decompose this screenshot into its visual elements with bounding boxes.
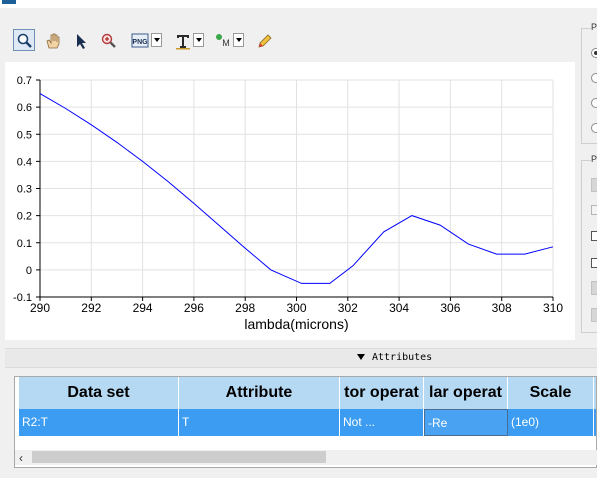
y-tick-label: 0 [26,265,32,277]
x-tick-label: 308 [492,301,512,315]
options-group-2-label: P [591,154,597,164]
option-radio-1[interactable] [591,48,597,58]
pencil-icon [258,34,272,48]
y-tick-label: 0.5 [17,129,32,141]
select-tool-button[interactable] [69,29,91,51]
cell-scale[interactable]: (1e0) [508,409,594,436]
x-tick-label: 296 [184,301,204,315]
column-header-vector-operator[interactable]: tor operat [340,377,424,409]
text-annotation-button[interactable] [171,29,193,51]
x-tick-label: 302 [338,301,358,315]
y-tick-label: 0.7 [17,75,32,87]
zoom-region-button[interactable] [97,29,119,51]
option-radio-4[interactable] [591,123,597,133]
disabled-button-2[interactable] [591,281,597,295]
x-tick-label: 294 [133,301,153,315]
y-tick-label: -0.1 [13,292,32,304]
text-annotation-dropdown[interactable] [193,33,204,47]
x-tick-label: 290 [30,301,50,315]
x-axis-label: lambda(microns) [244,316,348,332]
table-header: Data set Attribute tor operat lar operat… [19,377,596,409]
magnifier-icon [17,33,32,48]
window-bottom-strip [0,478,597,486]
marker-dropdown[interactable] [233,33,244,47]
marker-label: M [222,38,230,48]
marker-icon: M [216,34,230,48]
zoom-tool-button[interactable] [13,29,35,51]
table-row[interactable]: R2:T T Not ... -Re (1e0) [19,409,596,436]
cell-data-set[interactable]: R2:T [19,409,179,436]
attributes-section-header[interactable]: Attributes [5,348,597,368]
app-icon [2,0,16,4]
option-radio-3[interactable] [591,98,597,108]
y-tick-label: 0.4 [17,156,32,168]
png-image-icon: PNG [131,33,149,48]
export-png-label: PNG [132,39,148,46]
arrow-cursor-icon [77,34,86,49]
disabled-button-1[interactable] [591,178,597,192]
text-t-icon [176,35,190,50]
zoom-region-icon [101,33,116,48]
right-options-panel: P P [581,18,597,333]
x-tick-label: 298 [235,301,255,315]
x-tick-label: 306 [440,301,460,315]
column-header-scalar-operator[interactable]: lar operat [424,377,508,409]
collapse-triangle-icon [357,354,365,360]
option-checkbox-1[interactable] [591,231,597,241]
x-tick-label: 292 [81,301,101,315]
disabled-button-3[interactable] [591,308,597,322]
column-header-data-set[interactable]: Data set [19,377,179,409]
column-header-attribute[interactable]: Attribute [179,377,340,409]
disabled-checkbox[interactable] [591,205,597,215]
y-tick-label: 0.2 [17,211,32,223]
hand-icon [46,33,60,49]
x-tick-label: 300 [286,301,306,315]
y-tick-label: 0.6 [17,102,32,114]
scroll-thumb[interactable] [32,451,326,463]
export-dropdown[interactable] [151,33,162,47]
y-tick-label: 0.3 [17,184,32,196]
option-radio-2[interactable] [591,73,597,83]
attributes-title: Attributes [372,352,433,363]
line-chart[interactable]: 290 292 294 296 298 300 302 304 306 308 310 -0.1 0 0.… [5,62,575,340]
export-png-button[interactable]: PNG [128,29,150,51]
window-top-strip [0,0,597,8]
column-header-scale[interactable]: Scale [508,377,594,409]
scroll-left-arrow[interactable]: ‹ [19,451,23,465]
y-tick-label: 0.1 [17,238,32,250]
cell-vector-operator[interactable]: Not ... [340,409,424,436]
marker-button[interactable]: M [211,29,233,51]
options-group-1-label: P [591,22,597,32]
pan-tool-button[interactable] [41,29,63,51]
draw-button[interactable] [253,29,275,51]
option-checkbox-2[interactable] [591,258,597,268]
x-tick-label: 310 [543,301,563,315]
x-tick-label: 304 [389,301,409,315]
plot-area[interactable]: 290 292 294 296 298 300 302 304 306 308 310 -0.1 0 0.… [5,62,575,340]
cell-scalar-operator[interactable]: -Re [424,409,508,436]
table-horizontal-scrollbar[interactable]: ‹ [15,450,597,465]
cell-attribute[interactable]: T [179,409,340,436]
